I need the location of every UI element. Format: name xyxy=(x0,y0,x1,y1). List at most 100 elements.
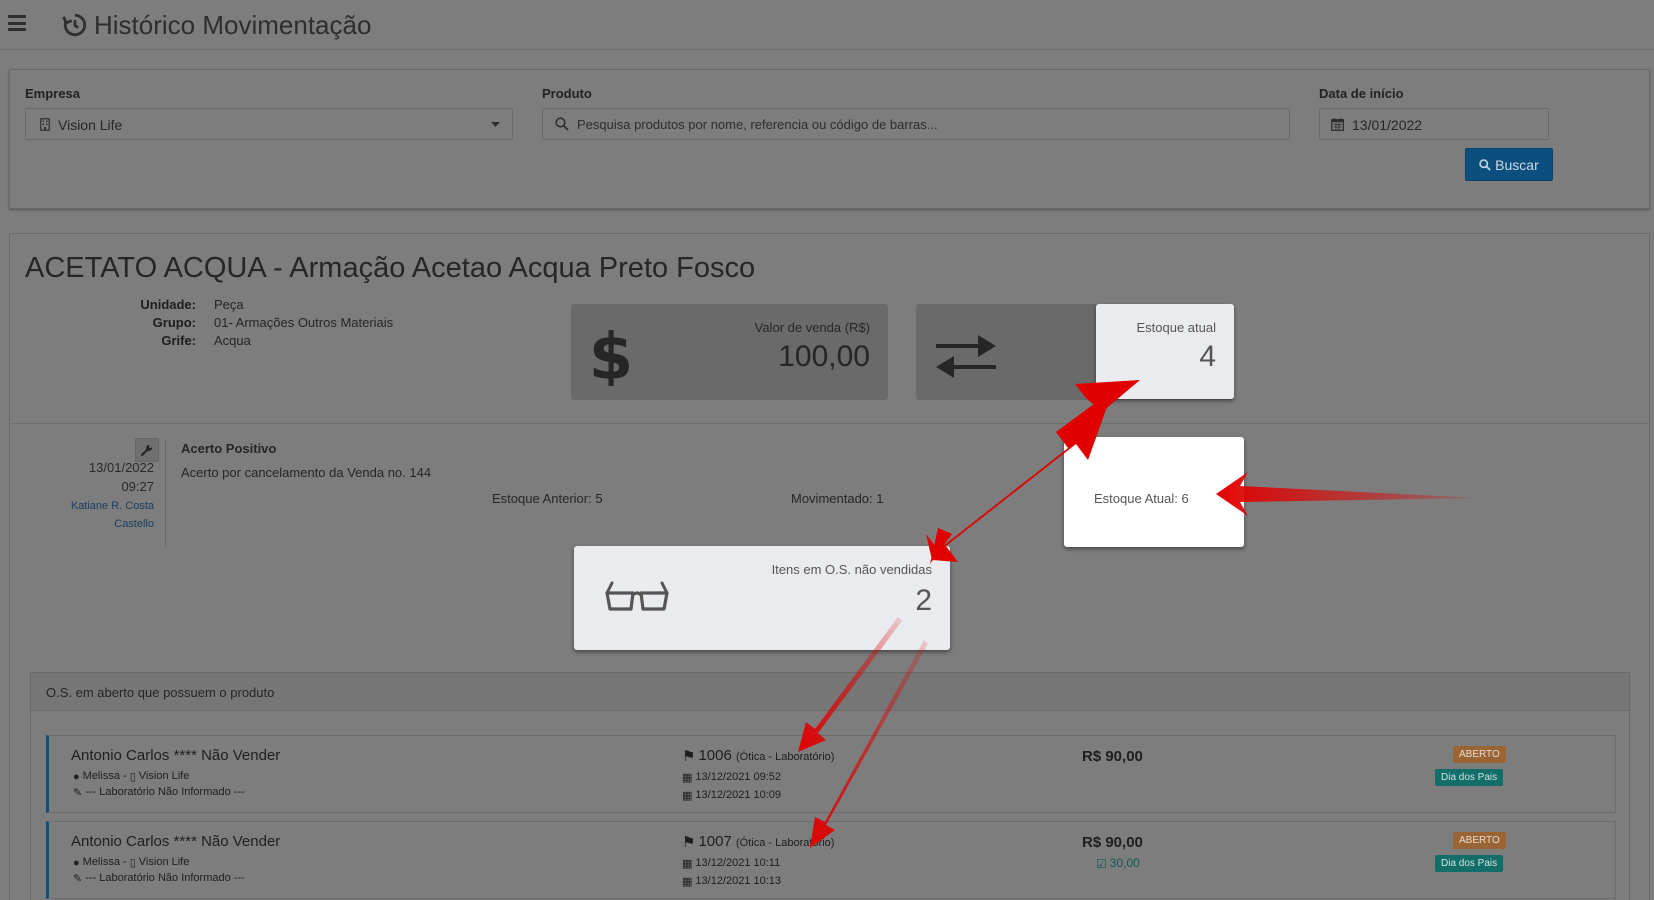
os-lab: ✎ --- Laboratório Não Informado --- xyxy=(73,786,245,799)
produto-search-input[interactable]: Pesquisa produtos por nome, referencia o… xyxy=(542,108,1290,140)
valor-venda-label: Valor de venda (R$) xyxy=(754,320,870,335)
os-lab-text: --- Laboratório Não Informado --- xyxy=(85,786,245,798)
hamburger-icon[interactable] xyxy=(8,15,26,31)
wrench-icon: ✎ xyxy=(73,873,83,885)
empresa-select[interactable]: Vision Life xyxy=(25,108,513,140)
buscar-button[interactable]: Buscar xyxy=(1465,148,1553,181)
os-seller-name: Melissa - xyxy=(82,770,127,782)
status-badge: ABERTO xyxy=(1453,832,1506,849)
os-price: R$ 90,00 xyxy=(1082,748,1143,765)
os-date-2-text: 13/12/2021 10:13 xyxy=(695,875,782,887)
os-company: Vision Life xyxy=(138,856,190,868)
user-icon: ● xyxy=(73,857,80,869)
movement-user-2[interactable]: Castello xyxy=(50,515,154,534)
produto-label: Produto xyxy=(542,86,592,101)
movement-date: 13/01/2022 xyxy=(88,460,154,475)
os-date-2-text: 13/12/2021 10:09 xyxy=(695,789,782,801)
calendar-icon: ▦ xyxy=(682,772,693,784)
valor-venda-card: $ Valor de venda (R$) 100,00 xyxy=(571,304,888,400)
movimentado: Movimentado: 1 xyxy=(791,491,884,506)
buscar-label: Buscar xyxy=(1495,156,1539,173)
produto-placeholder: Pesquisa produtos por nome, referencia o… xyxy=(577,117,938,132)
product-panel: ACETATO ACQUA - Armação Acetao Acqua Pre… xyxy=(9,233,1650,900)
estoque-atual-movement-box: Estoque Atual: 6 xyxy=(1064,437,1244,547)
os-number[interactable]: ⚑ 1006 (Ótica - Laboratório) xyxy=(682,747,834,765)
os-seller-name: Melissa - xyxy=(82,856,127,868)
page-title: Histórico Movimentação xyxy=(94,10,372,40)
os-seller: ● Melissa - ▯ Vision Life xyxy=(73,856,189,869)
building-icon: ▯ xyxy=(129,771,136,783)
os-date-2: ▦ 13/12/2021 10:09 xyxy=(682,789,781,802)
os-row[interactable]: Antonio Carlos **** Não Vender ● Melissa … xyxy=(46,735,1616,813)
caret-down-icon[interactable] xyxy=(491,122,500,127)
movement-time: 09:27 xyxy=(121,479,154,494)
flag-icon: ⚑ xyxy=(682,748,696,765)
estoque-anterior: Estoque Anterior: 5 xyxy=(492,491,603,506)
os-company: Vision Life xyxy=(138,770,190,782)
os-number-text: 1006 xyxy=(698,747,732,764)
data-inicio-field[interactable]: 13/01/2022 xyxy=(1319,108,1549,140)
grupo-label: Grupo: xyxy=(152,315,196,330)
unidade-label: Unidade: xyxy=(140,297,196,312)
building-icon: ▯ xyxy=(129,857,136,869)
os-date-1-text: 13/12/2021 09:52 xyxy=(695,771,782,783)
data-inicio-value: 13/01/2022 xyxy=(1352,117,1423,133)
grife-value: Acqua xyxy=(214,333,251,348)
os-origin: (Ótica - Laboratório) xyxy=(736,837,835,849)
calendar-check-icon: ▦ xyxy=(682,876,693,888)
building-icon xyxy=(40,118,50,131)
svg-text:$: $ xyxy=(591,324,631,386)
filter-panel: Empresa Vision Life Produto Pesquisa pro… xyxy=(9,69,1650,209)
wrench-icon xyxy=(141,445,152,456)
os-date-1-text: 13/12/2021 10:11 xyxy=(695,857,781,869)
section-divider xyxy=(10,423,1649,424)
empresa-label: Empresa xyxy=(25,86,80,101)
os-number-text: 1007 xyxy=(698,833,732,850)
calendar-check-icon: ▦ xyxy=(682,790,693,802)
product-title: ACETATO ACQUA - Armação Acetao Acqua Pre… xyxy=(25,252,756,284)
campaign-badge: Dia dos Pais xyxy=(1435,769,1504,786)
product-info: Unidade: Peça Grupo: 01- Armações Outros M… xyxy=(120,296,393,350)
os-date-2: ▦ 13/12/2021 10:13 xyxy=(682,875,781,888)
movement-user[interactable]: Katiane R. Costa xyxy=(50,497,154,516)
grupo-value: 01- Armações Outros Materiais xyxy=(214,315,394,330)
estoque-atual-label: Estoque atual xyxy=(1136,320,1216,335)
os-list-panel: O.S. em aberto que possuem o produto Ant… xyxy=(30,672,1630,900)
os-lab-text: --- Laboratório Não Informado --- xyxy=(85,872,245,884)
os-list-title: O.S. em aberto que possuem o produto xyxy=(46,685,275,700)
movement-estoque-atual: Estoque Atual: 6 xyxy=(1094,491,1189,506)
empresa-value: Vision Life xyxy=(58,117,123,133)
itens-os-label: Itens em O.S. não vendidas xyxy=(771,562,932,577)
os-client-name[interactable]: Antonio Carlos **** Não Vender xyxy=(71,833,280,850)
movement-description: Acerto por cancelamento da Venda no. 144 xyxy=(181,465,432,480)
os-list-header: O.S. em aberto que possuem o produto xyxy=(31,673,1629,711)
dollar-icon: $ xyxy=(591,324,631,386)
data-inicio-label: Data de início xyxy=(1319,86,1404,101)
glasses-icon xyxy=(605,581,669,611)
status-badge: ABERTO xyxy=(1453,746,1506,763)
movement-type: Acerto Positivo xyxy=(181,441,277,456)
os-number[interactable]: ⚑ 1007 (Ótica - Laboratório) xyxy=(682,833,834,851)
os-paid-amount: ☑ 30,00 xyxy=(1096,856,1140,871)
grife-label: Grife: xyxy=(161,333,196,348)
os-seller: ● Melissa - ▯ Vision Life xyxy=(73,770,189,783)
os-price: R$ 90,00 xyxy=(1082,834,1143,851)
os-row[interactable]: Antonio Carlos **** Não Vender ● Melissa … xyxy=(46,821,1616,899)
os-client-name[interactable]: Antonio Carlos **** Não Vender xyxy=(71,747,280,764)
calendar-icon: ▦ xyxy=(682,858,693,870)
unidade-value: Peça xyxy=(214,297,244,312)
exchange-arrows-icon xyxy=(936,335,996,378)
search-icon xyxy=(555,117,569,131)
os-date-1: ▦ 13/12/2021 10:11 xyxy=(682,857,780,870)
valor-venda-value: 100,00 xyxy=(778,340,870,373)
os-lab: ✎ --- Laboratório Não Informado --- xyxy=(73,872,245,885)
os-date-1: ▦ 13/12/2021 09:52 xyxy=(682,771,781,784)
campaign-badge: Dia dos Pais xyxy=(1435,855,1504,872)
timeline-line xyxy=(165,439,166,547)
os-paid-text: 30,00 xyxy=(1109,856,1140,870)
check-square-icon: ☑ xyxy=(1096,857,1107,871)
itens-os-card: Itens em O.S. não vendidas 2 xyxy=(574,546,950,650)
search-icon xyxy=(1479,158,1492,171)
estoque-atual-value: 4 xyxy=(1199,340,1216,373)
top-bar: Histórico Movimentação xyxy=(0,0,1654,50)
